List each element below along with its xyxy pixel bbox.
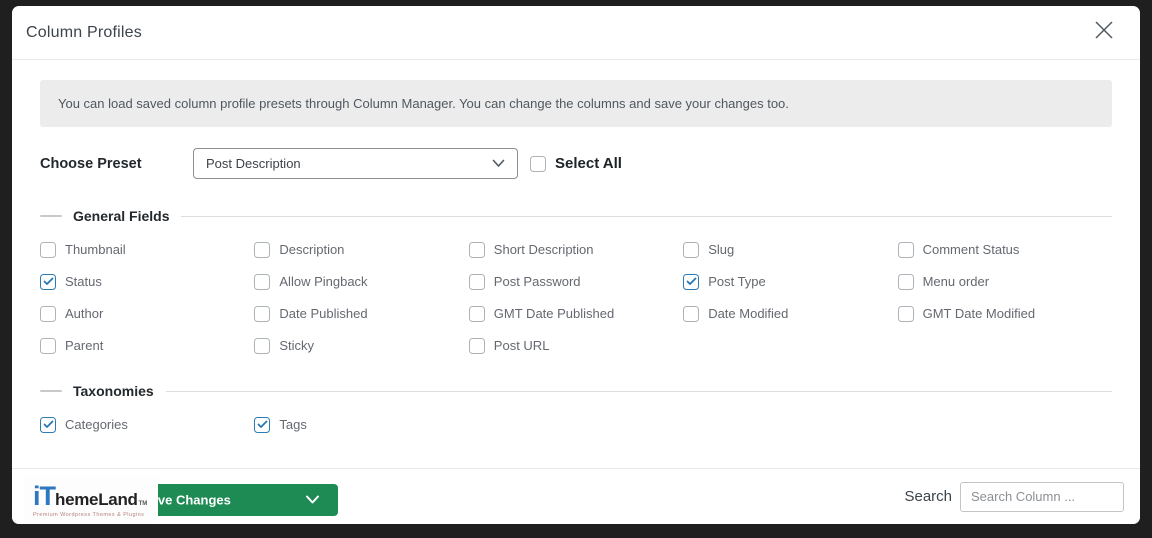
checkbox[interactable] <box>897 273 914 290</box>
checkbox[interactable] <box>897 305 914 322</box>
select-all-label: Select All <box>555 155 622 172</box>
field-label: Date Modified <box>708 306 789 321</box>
checkbox[interactable] <box>468 273 485 290</box>
field-checkbox-item[interactable]: Description <box>254 241 468 258</box>
modal-footer: Save Changes iT hemeLand TM Premium Wordpr… <box>12 468 1140 524</box>
field-checkbox-item[interactable]: GMT Date Published <box>468 305 683 322</box>
search-label: Search <box>904 488 952 505</box>
column-profiles-modal: Column Profiles You can load saved colum… <box>12 6 1140 524</box>
checkbox[interactable] <box>40 273 56 290</box>
field-checkbox-item[interactable]: Allow Pingback <box>254 273 468 290</box>
info-banner-text: You can load saved column profile preset… <box>58 96 789 111</box>
logo-tagline: Premium Wordpress Themes & Plugins <box>33 511 145 518</box>
field-label: Author <box>65 306 104 321</box>
checkbox[interactable] <box>683 273 700 290</box>
field-checkbox-item[interactable]: Slug <box>683 241 897 258</box>
modal-header: Column Profiles <box>12 6 1140 60</box>
field-checkbox-item[interactable]: Post URL <box>468 337 683 354</box>
checkbox[interactable] <box>254 416 271 433</box>
logo-trademark: TM <box>138 500 148 507</box>
select-all-control[interactable]: Select All <box>530 155 622 172</box>
themeland-logo: iT hemeLand TM Premium Wordpress Themes & … <box>24 477 158 523</box>
field-checkbox-item[interactable]: Post Type <box>683 273 897 290</box>
field-checkbox-item[interactable]: Tags <box>254 416 468 433</box>
chevron-down-icon[interactable] <box>305 493 320 508</box>
field-checkbox-item[interactable]: Comment Status <box>897 241 1112 258</box>
field-label: Comment Status <box>922 242 1020 257</box>
field-checkbox-item[interactable]: Author <box>40 305 254 322</box>
field-label: Parent <box>65 338 104 353</box>
field-label: Menu order <box>922 274 990 289</box>
field-label: Slug <box>708 242 735 257</box>
field-checkbox-item[interactable]: Status <box>40 273 254 290</box>
field-checkbox-item[interactable]: Sticky <box>254 337 468 354</box>
logo-name: hemeLand <box>55 489 138 509</box>
field-checkbox-item[interactable]: GMT Date Modified <box>897 305 1112 322</box>
field-label: Categories <box>65 417 128 432</box>
section-head-taxonomies: Taxonomies <box>40 383 1112 399</box>
field-label: Allow Pingback <box>279 274 368 289</box>
search-area: Search <box>904 481 1124 512</box>
checkbox[interactable] <box>683 305 700 322</box>
section-rule <box>181 215 1112 217</box>
field-checkbox-item[interactable]: Post Password <box>468 273 683 290</box>
page-backdrop: Column Profiles You can load saved colum… <box>0 0 1152 538</box>
select-all-checkbox[interactable] <box>530 155 546 172</box>
general-fields-grid: Thumbnail Description Short Description Slu… <box>40 241 1112 354</box>
field-label: Sticky <box>279 338 315 353</box>
checkbox[interactable] <box>40 241 56 258</box>
modal-title: Column Profiles <box>26 23 142 41</box>
section-rule <box>165 390 1112 392</box>
checkbox[interactable] <box>254 305 271 322</box>
checkbox[interactable] <box>468 241 485 258</box>
logo-it-mark: iT <box>33 480 56 511</box>
field-checkbox-item[interactable]: Short Description <box>468 241 683 258</box>
preset-select-value: Post Description <box>206 156 301 171</box>
choose-preset-label: Choose Preset <box>40 155 142 172</box>
close-button[interactable] <box>1090 19 1118 47</box>
modal-body: You can load saved column profile preset… <box>12 80 1140 433</box>
checkbox[interactable] <box>468 337 485 354</box>
checkbox[interactable] <box>897 241 914 258</box>
close-icon <box>1092 18 1116 47</box>
preset-row: Choose Preset Post Description Select Al… <box>40 148 1112 179</box>
checkbox[interactable] <box>40 305 56 322</box>
field-checkbox-item[interactable]: Date Published <box>254 305 468 322</box>
chevron-down-icon <box>492 156 505 171</box>
field-label: Thumbnail <box>65 242 126 257</box>
field-label: Post Password <box>493 274 581 289</box>
field-checkbox-item[interactable]: Date Modified <box>683 305 897 322</box>
field-checkbox-item[interactable]: Parent <box>40 337 254 354</box>
field-label: Description <box>279 242 345 257</box>
search-input[interactable] <box>960 481 1124 512</box>
field-checkbox-item[interactable]: Categories <box>40 416 254 433</box>
field-label: Status <box>65 274 102 289</box>
field-label: Short Description <box>493 242 594 257</box>
checkbox[interactable] <box>254 241 271 258</box>
field-label: Date Published <box>279 306 368 321</box>
section-dash <box>40 390 62 392</box>
field-checkbox-item[interactable]: Thumbnail <box>40 241 254 258</box>
info-banner: You can load saved column profile preset… <box>40 80 1112 127</box>
section-title: General Fields <box>73 208 170 224</box>
preset-select[interactable]: Post Description <box>193 148 518 179</box>
taxonomies-grid: Categories Tags <box>40 416 1112 433</box>
checkbox[interactable] <box>254 273 271 290</box>
checkbox[interactable] <box>40 337 56 354</box>
field-label: Tags <box>279 417 307 432</box>
field-checkbox-item[interactable]: Menu order <box>897 273 1112 290</box>
field-label: Post Type <box>708 274 766 289</box>
section-title: Taxonomies <box>73 383 154 399</box>
checkbox[interactable] <box>254 337 271 354</box>
field-label: Post URL <box>493 338 550 353</box>
section-head-general-fields: General Fields <box>40 208 1112 224</box>
checkbox[interactable] <box>40 416 56 433</box>
field-label: GMT Date Modified <box>922 306 1036 321</box>
field-label: GMT Date Published <box>493 306 615 321</box>
checkbox[interactable] <box>683 241 700 258</box>
section-dash <box>40 215 62 217</box>
checkbox[interactable] <box>468 305 485 322</box>
